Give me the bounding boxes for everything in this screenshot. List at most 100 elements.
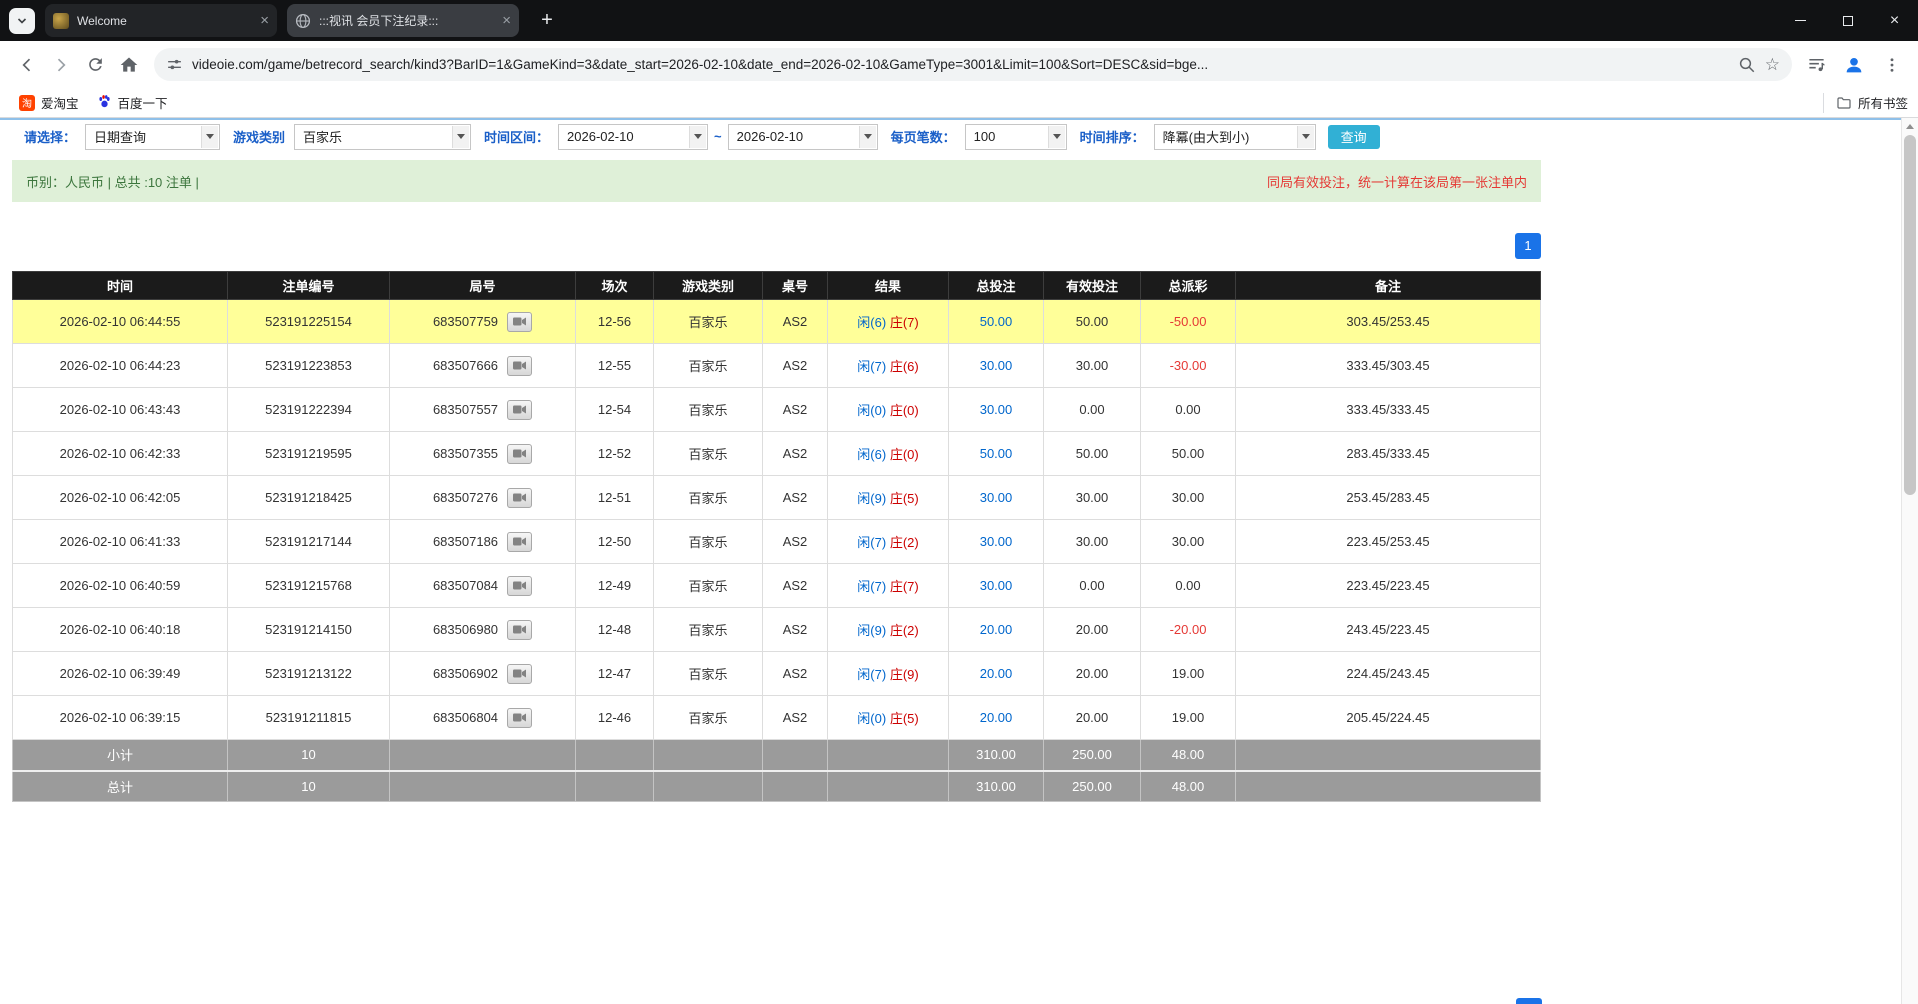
bookmark-aitaobao[interactable]: 淘 爱淘宝 (10, 91, 88, 115)
player-result: 闲(7) (857, 667, 886, 682)
total-bet-cell[interactable]: 50.00 (949, 432, 1044, 476)
scroll-up-button[interactable] (1902, 118, 1918, 135)
total-bet-link[interactable]: 30.00 (980, 490, 1013, 505)
dropdown-arrow-icon (859, 126, 876, 148)
per-page-select[interactable]: 100 (965, 124, 1067, 150)
time-cell: 2026-02-10 06:39:49 (13, 652, 228, 696)
player-result: 闲(0) (857, 711, 886, 726)
bookmark-label: 爱淘宝 (41, 93, 79, 112)
round-cell: 683507186 (390, 520, 576, 564)
footer-empty-cell (828, 771, 949, 802)
total-bet-cell[interactable]: 30.00 (949, 564, 1044, 608)
total-bet-link[interactable]: 20.00 (980, 666, 1013, 681)
tab-bet-records[interactable]: :::视讯 会员下注纪录::: × (287, 4, 519, 37)
replay-video-button[interactable] (507, 312, 532, 332)
url-text[interactable]: videoie.com/game/betrecord_search/kind3?… (192, 57, 1729, 72)
column-header: 场次 (576, 272, 654, 300)
table-row: 2026-02-10 06:43:43523191222394683507557… (13, 388, 1541, 432)
minimize-button[interactable] (1777, 0, 1824, 41)
time-cell: 2026-02-10 06:41:33 (13, 520, 228, 564)
refresh-button[interactable] (78, 48, 112, 82)
banker-result: 庄(7) (890, 315, 919, 330)
replay-video-button[interactable] (507, 620, 532, 640)
video-camera-icon (513, 404, 526, 415)
footer-payout: 48.00 (1141, 740, 1236, 771)
media-controls-icon[interactable] (1800, 49, 1832, 81)
total-bet-link[interactable]: 30.00 (980, 402, 1013, 417)
table-row: 2026-02-10 06:40:59523191215768683507084… (13, 564, 1541, 608)
total-bet-link[interactable]: 30.00 (980, 578, 1013, 593)
total-bet-cell[interactable]: 20.00 (949, 696, 1044, 740)
close-button[interactable]: × (1871, 0, 1918, 41)
player-result: 闲(6) (857, 447, 886, 462)
address-bar[interactable]: videoie.com/game/betrecord_search/kind3?… (154, 48, 1792, 81)
page-1-button[interactable]: 1 (1516, 998, 1542, 1004)
bet-id-cell: 523191218425 (228, 476, 390, 520)
column-header: 局号 (390, 272, 576, 300)
back-button[interactable] (10, 48, 44, 82)
date-end-input[interactable]: 2026-02-10 (728, 124, 878, 150)
game-category-select[interactable]: 百家乐 (294, 124, 471, 150)
total-bet-link[interactable]: 20.00 (980, 710, 1013, 725)
total-bet-link[interactable]: 50.00 (980, 314, 1013, 329)
total-bet-cell[interactable]: 30.00 (949, 344, 1044, 388)
replay-video-button[interactable] (507, 708, 532, 728)
panel-top-border (0, 118, 1901, 120)
replay-video-button[interactable] (507, 576, 532, 596)
tab-close-icon[interactable]: × (502, 13, 511, 28)
note-cell: 223.45/223.45 (1236, 564, 1541, 608)
bet-id-cell: 523191219595 (228, 432, 390, 476)
bookmark-star-icon[interactable]: ☆ (1765, 55, 1780, 75)
zoom-icon[interactable] (1738, 56, 1756, 74)
total-bet-cell[interactable]: 50.00 (949, 300, 1044, 344)
replay-video-button[interactable] (507, 664, 532, 684)
site-info-icon[interactable] (166, 56, 183, 73)
game-category-cell: 百家乐 (654, 432, 763, 476)
valid-bet-cell: 30.00 (1044, 344, 1141, 388)
note-cell: 205.45/224.45 (1236, 696, 1541, 740)
game-category-cell: 百家乐 (654, 300, 763, 344)
game-category-cell: 百家乐 (654, 652, 763, 696)
all-bookmarks-button[interactable]: 所有书签 (1823, 93, 1908, 113)
player-result: 闲(7) (857, 535, 886, 550)
time-cell: 2026-02-10 06:42:33 (13, 432, 228, 476)
scrollbar[interactable] (1901, 118, 1918, 1004)
total-bet-cell[interactable]: 20.00 (949, 652, 1044, 696)
total-bet-link[interactable]: 50.00 (980, 446, 1013, 461)
replay-video-button[interactable] (507, 400, 532, 420)
total-bet-cell[interactable]: 30.00 (949, 520, 1044, 564)
total-bet-cell[interactable]: 20.00 (949, 608, 1044, 652)
new-tab-button[interactable]: + (533, 7, 561, 35)
session-cell: 12-52 (576, 432, 654, 476)
query-type-select[interactable]: 日期查询 (85, 124, 220, 150)
tab-search-button[interactable] (9, 8, 35, 34)
video-camera-icon (513, 580, 526, 591)
total-bet-link[interactable]: 30.00 (980, 534, 1013, 549)
bookmark-baidu[interactable]: 百度一下 (88, 91, 177, 115)
total-bet-link[interactable]: 20.00 (980, 622, 1013, 637)
tab-close-icon[interactable]: × (260, 13, 269, 28)
forward-button[interactable] (44, 48, 78, 82)
replay-video-button[interactable] (507, 444, 532, 464)
replay-video-button[interactable] (507, 356, 532, 376)
player-result: 闲(7) (857, 359, 886, 374)
tab-welcome[interactable]: Welcome × (45, 4, 277, 37)
replay-video-button[interactable] (507, 488, 532, 508)
home-button[interactable] (112, 48, 146, 82)
menu-icon[interactable] (1876, 49, 1908, 81)
replay-video-button[interactable] (507, 532, 532, 552)
valid-bet-cell: 20.00 (1044, 608, 1141, 652)
total-bet-cell[interactable]: 30.00 (949, 388, 1044, 432)
profile-avatar-icon[interactable] (1838, 49, 1870, 81)
page-1-button[interactable]: 1 (1515, 233, 1541, 259)
query-button[interactable]: 查询 (1328, 125, 1380, 149)
total-bet-link[interactable]: 30.00 (980, 358, 1013, 373)
total-bet-cell[interactable]: 30.00 (949, 476, 1044, 520)
maximize-button[interactable] (1824, 0, 1871, 41)
date-start-input[interactable]: 2026-02-10 (558, 124, 708, 150)
valid-bet-cell: 30.00 (1044, 520, 1141, 564)
subtotal-row: 小计10310.00250.0048.00 (13, 740, 1541, 771)
sort-select[interactable]: 降冪(由大到小) (1154, 124, 1316, 150)
result-cell: 闲(0) 庄(5) (828, 696, 949, 740)
scrollbar-thumb[interactable] (1904, 135, 1916, 495)
